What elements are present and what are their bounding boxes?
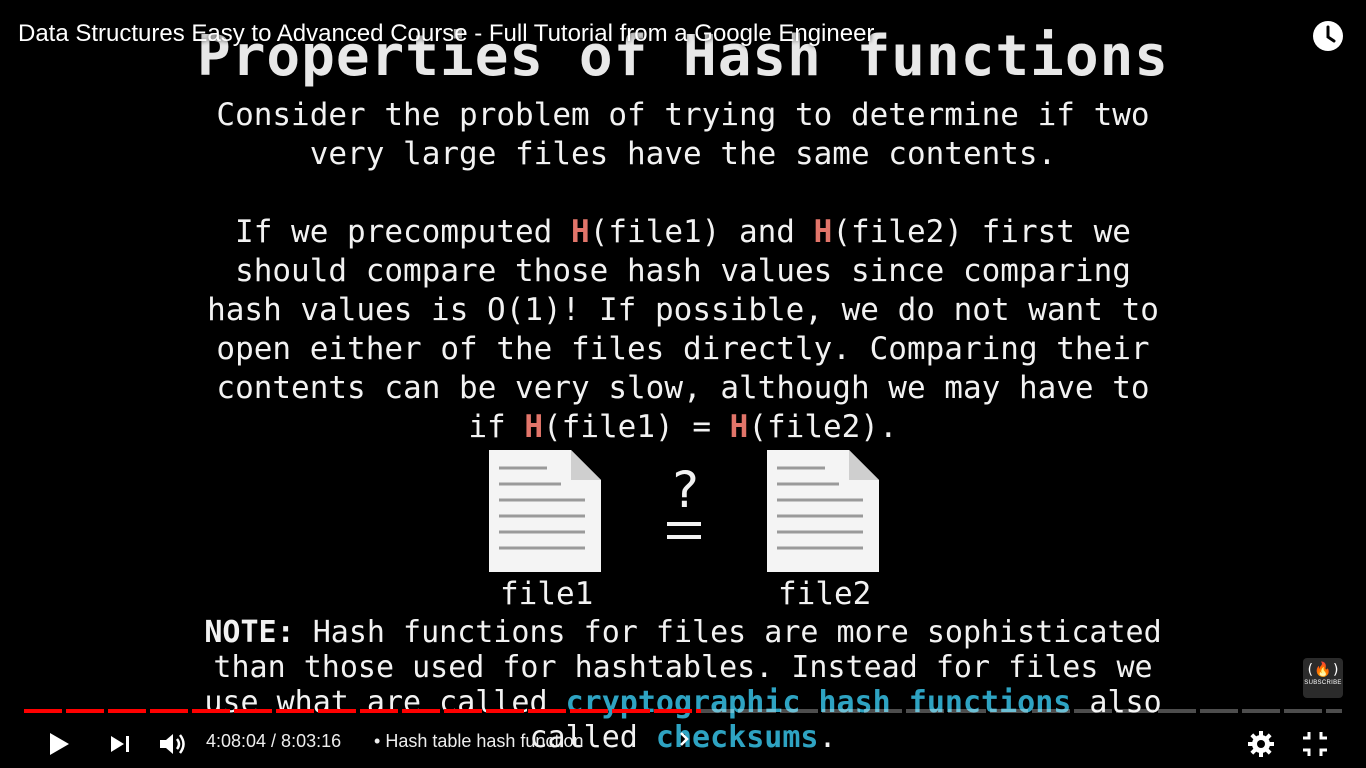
player-controls: 4:08:04 / 8:03:16 • Hash table hash func… [0, 720, 1366, 768]
exit-fullscreen-icon[interactable] [1299, 728, 1331, 760]
settings-icon[interactable] [1245, 728, 1277, 760]
slide-paragraph-1: Consider the problem of trying to determ… [0, 96, 1366, 174]
note-line1: NOTE: Hash functions for files are more … [204, 615, 1162, 650]
slide-paragraph-2: If we precomputed H(file1) and H(file2) … [0, 213, 1366, 447]
volume-icon[interactable] [156, 728, 188, 760]
para1-line2: very large files have the same contents. [309, 136, 1057, 172]
note-line3: use what are called cryptographic hash f… [204, 685, 1162, 720]
file2-document-icon [767, 450, 879, 572]
next-icon[interactable] [104, 728, 136, 760]
para2-line1: If we precomputed H(file1) and H(file2) … [235, 214, 1131, 250]
file1-document-icon [489, 450, 601, 572]
freecodecamp-logo-icon: (🔥) [1305, 662, 1341, 678]
para2-line4: open either of the files directly. Compa… [216, 331, 1150, 367]
chevron-right-icon[interactable] [674, 729, 694, 749]
para2-line3: hash values is O(1)! If possible, we do … [207, 292, 1159, 328]
para1-line1: Consider the problem of trying to determ… [216, 97, 1150, 133]
subscribe-label: SUBSCRIBE [1304, 680, 1342, 686]
video-frame[interactable]: Properties of Hash functions Consider th… [0, 0, 1366, 768]
para2-line5: contents can be very slow, although we m… [216, 370, 1150, 406]
question-mark: ? [669, 461, 701, 519]
para2-line2: should compare those hash values since c… [235, 253, 1131, 289]
chapter-title[interactable]: • Hash table hash function [374, 731, 583, 752]
para2-line6: if H(file1) = H(file2). [468, 409, 898, 445]
equals-bars [667, 522, 701, 548]
time-display: 4:08:04 / 8:03:16 [206, 731, 342, 751]
video-title[interactable]: Data Structures Easy to Advanced Course … [18, 20, 874, 48]
note-line2: than those used for hashtables. Instead … [213, 650, 1153, 685]
clock-icon[interactable] [1311, 19, 1345, 53]
file2-label: file2 [778, 576, 872, 612]
play-icon[interactable] [42, 728, 74, 760]
progress-fill [24, 709, 702, 713]
subscribe-watermark[interactable]: (🔥) SUBSCRIBE [1303, 658, 1343, 698]
file1-label: file1 [500, 576, 594, 612]
question-equals-symbol: ? [660, 462, 710, 552]
